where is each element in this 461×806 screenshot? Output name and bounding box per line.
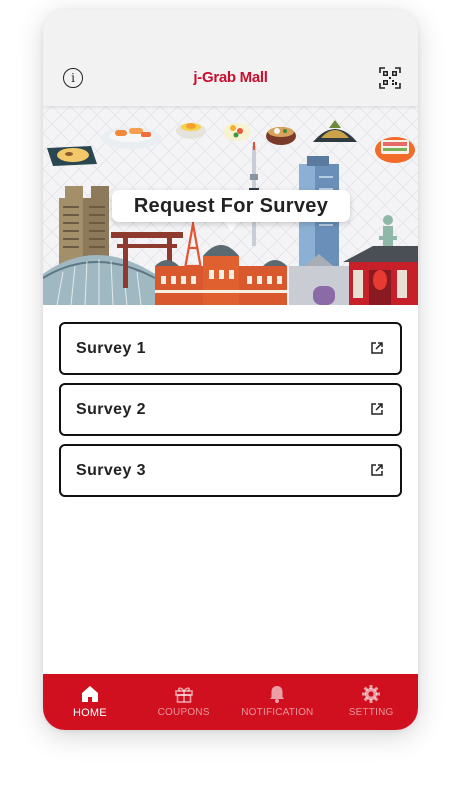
tab-notification[interactable]: NOTIFICATION bbox=[231, 674, 325, 730]
qr-code-icon[interactable] bbox=[379, 67, 401, 89]
survey-item-2[interactable]: Survey 2 bbox=[59, 383, 402, 436]
survey-label: Survey 2 bbox=[76, 401, 146, 418]
survey-banner: Request For Survey bbox=[43, 106, 418, 305]
bell-icon bbox=[270, 686, 285, 703]
app-title: j-Grab Mall bbox=[193, 69, 268, 86]
gift-icon bbox=[174, 687, 193, 703]
app-header: i j-Grab Mall bbox=[43, 10, 418, 106]
survey-label: Survey 1 bbox=[76, 340, 146, 357]
home-icon bbox=[81, 686, 98, 702]
survey-item-1[interactable]: Survey 1 bbox=[59, 322, 402, 375]
bottom-tab-bar: HOME COUPONS NOTIFICATION SETTING bbox=[43, 674, 418, 730]
survey-label: Survey 3 bbox=[76, 462, 146, 479]
external-link-icon bbox=[371, 403, 383, 415]
external-link-icon bbox=[371, 464, 383, 476]
gear-icon bbox=[362, 685, 381, 703]
tab-label: HOME bbox=[72, 707, 107, 719]
tab-coupons[interactable]: COUPONS bbox=[137, 674, 231, 730]
tab-label: NOTIFICATION bbox=[241, 707, 314, 718]
tab-label: SETTING bbox=[348, 707, 394, 718]
survey-item-3[interactable]: Survey 3 bbox=[59, 444, 402, 497]
tab-label: COUPONS bbox=[157, 707, 210, 718]
tab-setting[interactable]: SETTING bbox=[324, 674, 418, 730]
survey-list: Survey 1 Survey 2 Survey 3 bbox=[59, 322, 402, 505]
tab-home[interactable]: HOME bbox=[43, 674, 137, 730]
banner-title: Request For Survey bbox=[112, 190, 350, 222]
external-link-icon bbox=[371, 342, 383, 354]
app-screen: i j-Grab Mall Request For Survey Survey … bbox=[43, 10, 418, 730]
